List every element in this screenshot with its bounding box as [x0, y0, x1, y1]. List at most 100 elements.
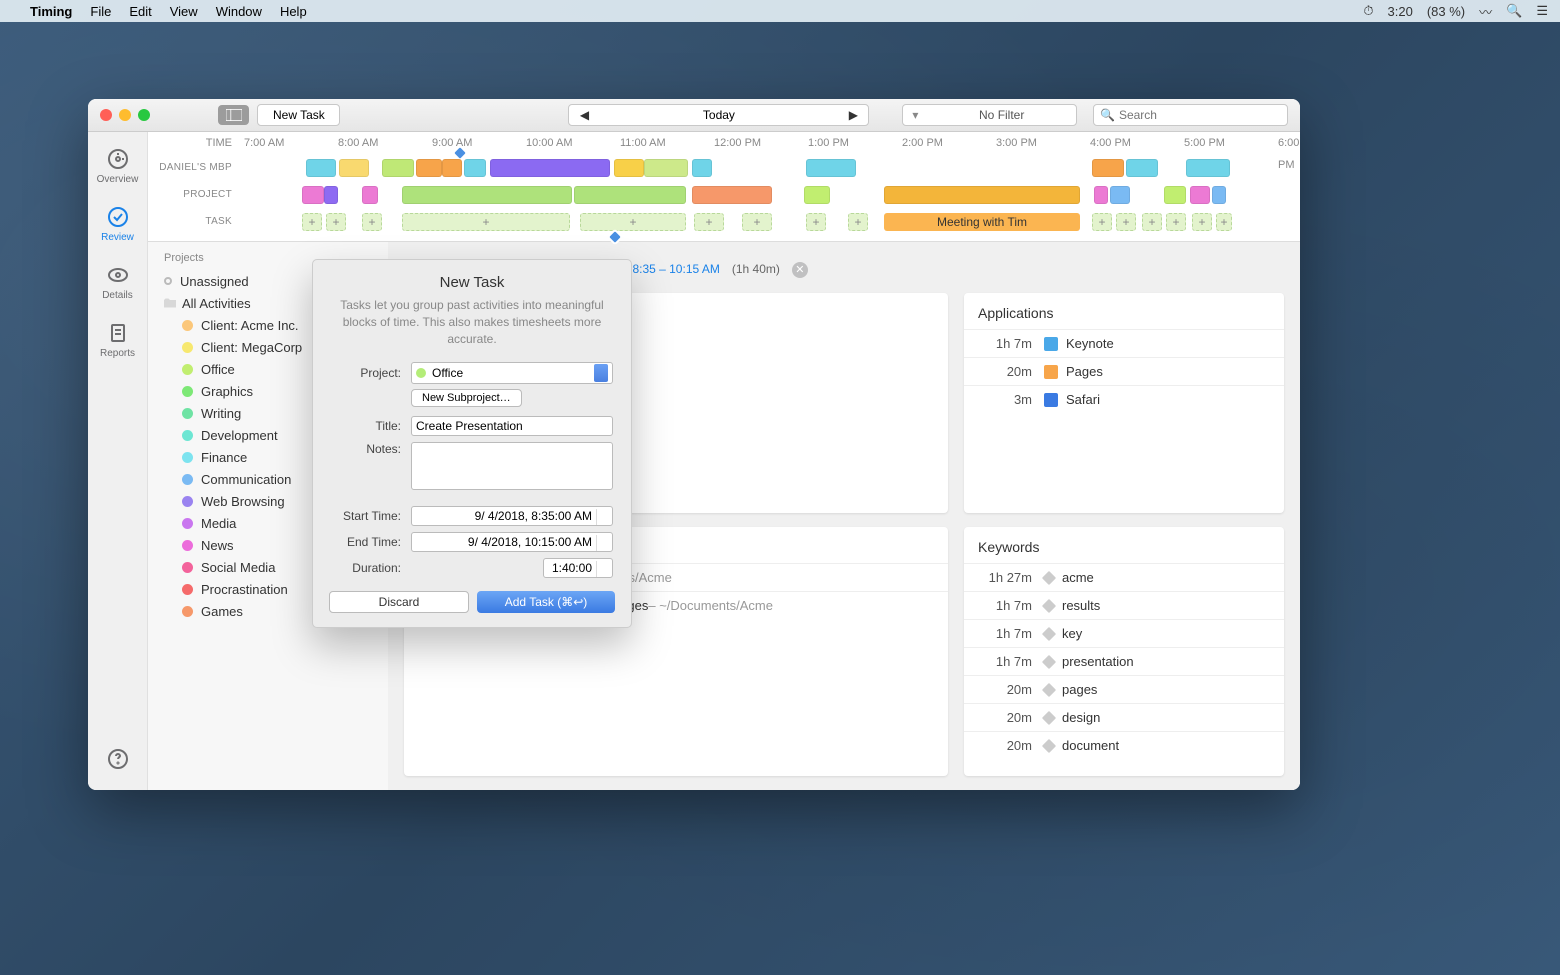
task-track[interactable]: +++++++++Meeting with Tim++++++ — [244, 213, 1300, 231]
add-task-slot[interactable]: + — [806, 213, 826, 231]
keyword-row[interactable]: 20mpages — [964, 675, 1284, 703]
new-subproject-button[interactable]: New Subproject… — [411, 389, 522, 407]
time-tick: 8:00 AM — [338, 132, 378, 154]
menubar-battery: (83 %) — [1427, 4, 1465, 19]
title-input[interactable] — [411, 416, 613, 436]
project-label: Project: — [331, 366, 411, 380]
add-task-slot[interactable]: + — [1142, 213, 1162, 231]
timeline: TIME 7:00 AM8:00 AM9:00 AM10:00 AM11:00 … — [148, 132, 1300, 242]
notes-label: Notes: — [331, 442, 411, 456]
add-task-slot[interactable]: + — [302, 213, 322, 231]
menu-help[interactable]: Help — [280, 4, 307, 19]
end-time-input[interactable]: 9/ 4/2018, 10:15:00 AM — [411, 532, 613, 552]
add-task-slot[interactable]: + — [694, 213, 724, 231]
task-meeting[interactable]: Meeting with Tim — [884, 213, 1080, 231]
keyword-row[interactable]: 1h 27macme — [964, 563, 1284, 591]
project-select[interactable]: Office — [411, 362, 613, 384]
time-tick: 3:00 PM — [996, 132, 1037, 154]
menu-window[interactable]: Window — [216, 4, 262, 19]
search-field[interactable] — [1119, 108, 1281, 122]
clock-icon: ⏱ — [1363, 3, 1373, 19]
list-icon[interactable]: ☰ — [1536, 3, 1548, 19]
menu-view[interactable]: View — [170, 4, 198, 19]
date-nav: ◀ Today ▶ — [568, 104, 869, 126]
time-tick: 2:00 PM — [902, 132, 943, 154]
add-task-slot[interactable]: + — [742, 213, 772, 231]
add-task-slot[interactable]: + — [1092, 213, 1112, 231]
stepper-icon — [596, 509, 610, 525]
time-tick: 5:00 PM — [1184, 132, 1225, 154]
close-button[interactable] — [100, 109, 112, 121]
notes-input[interactable] — [411, 442, 613, 490]
add-task-button[interactable]: Add Task (⌘↩) — [477, 591, 615, 613]
keywords-card: Keywords 1h 27macme1h 7mresults1h 7mkey1… — [964, 527, 1284, 776]
rail-overview[interactable]: Overview — [88, 138, 148, 194]
add-task-slot[interactable]: + — [1166, 213, 1186, 231]
rail-review[interactable]: Review — [88, 196, 148, 252]
add-task-slot[interactable]: + — [580, 213, 686, 231]
search-input[interactable]: 🔍 — [1093, 104, 1288, 126]
selected-time-value: 8:35 – 10:15 AM — [632, 262, 719, 276]
keyword-row[interactable]: 1h 7mpresentation — [964, 647, 1284, 675]
selected-duration: (1h 40m) — [732, 262, 780, 276]
filter-dropdown[interactable]: ▾ No Filter — [902, 104, 1077, 126]
traffic-lights — [100, 109, 150, 121]
add-task-slot[interactable]: + — [848, 213, 868, 231]
keyword-row[interactable]: 20mdesign — [964, 703, 1284, 731]
keyword-row[interactable]: 1h 7mresults — [964, 591, 1284, 619]
keyword-row[interactable]: 20mdocument — [964, 731, 1284, 759]
duration-label: Duration: — [331, 561, 411, 575]
project-row-label: PROJECT — [148, 189, 244, 200]
stepper-icon — [596, 561, 610, 577]
time-tick: 10:00 AM — [526, 132, 572, 154]
app-row[interactable]: 20mPages — [964, 357, 1284, 385]
app-row[interactable]: 3mSafari — [964, 385, 1284, 413]
keyword-row[interactable]: 1h 7mkey — [964, 619, 1284, 647]
add-task-slot[interactable]: + — [1192, 213, 1212, 231]
time-row-label: TIME — [148, 132, 244, 154]
add-task-slot[interactable]: + — [1216, 213, 1232, 231]
app-row[interactable]: 1h 7mKeynote — [964, 329, 1284, 357]
device-row-label: DANIEL'S MBP — [148, 162, 244, 173]
add-task-slot[interactable]: + — [1116, 213, 1136, 231]
duration-input[interactable]: 1:40:00 — [543, 558, 613, 578]
add-task-slot[interactable]: + — [326, 213, 346, 231]
add-task-slot[interactable]: + — [362, 213, 382, 231]
add-task-slot[interactable]: + — [402, 213, 570, 231]
dialog-description: Tasks let you group past activities into… — [313, 297, 631, 359]
time-tick: 12:00 PM — [714, 132, 761, 154]
new-task-dialog: New Task Tasks let you group past activi… — [312, 259, 632, 628]
zoom-button[interactable] — [138, 109, 150, 121]
minimize-button[interactable] — [119, 109, 131, 121]
menu-file[interactable]: File — [90, 4, 111, 19]
clear-selection-button[interactable]: ✕ — [792, 262, 808, 278]
applications-header: Applications — [964, 293, 1284, 329]
title-label: Title: — [331, 419, 411, 433]
time-tick: 1:00 PM — [808, 132, 849, 154]
spotlight-icon[interactable]: 🔍 — [1506, 3, 1522, 19]
applications-card: Applications 1h 7mKeynote20mPages3mSafar… — [964, 293, 1284, 513]
new-task-button[interactable]: New Task — [257, 104, 340, 126]
time-ticks: 7:00 AM8:00 AM9:00 AM10:00 AM11:00 AM12:… — [244, 132, 1300, 154]
next-day-button[interactable]: ▶ — [838, 108, 868, 122]
discard-button[interactable]: Discard — [329, 591, 469, 613]
sidebar-toggle[interactable] — [218, 105, 249, 125]
rail-help[interactable] — [88, 740, 148, 780]
rail-details[interactable]: Details — [88, 254, 148, 310]
start-time-input[interactable]: 9/ 4/2018, 8:35:00 AM — [411, 506, 613, 526]
project-track[interactable] — [244, 186, 1300, 204]
keywords-header: Keywords — [964, 527, 1284, 563]
folder-icon — [164, 297, 176, 309]
rail-reports[interactable]: Reports — [88, 312, 148, 368]
menu-edit[interactable]: Edit — [129, 4, 151, 19]
device-track[interactable] — [244, 159, 1300, 177]
left-rail: Overview Review Details Reports — [88, 132, 148, 790]
prev-day-button[interactable]: ◀ — [569, 108, 599, 122]
time-tick: 11:00 AM — [620, 132, 666, 154]
app-name[interactable]: Timing — [30, 4, 72, 19]
select-arrows-icon — [594, 364, 608, 382]
funnel-icon: ▾ — [903, 108, 927, 122]
stepper-icon — [596, 535, 610, 551]
today-label[interactable]: Today — [599, 108, 838, 122]
wifi-icon[interactable]: 〰 — [1479, 2, 1492, 21]
